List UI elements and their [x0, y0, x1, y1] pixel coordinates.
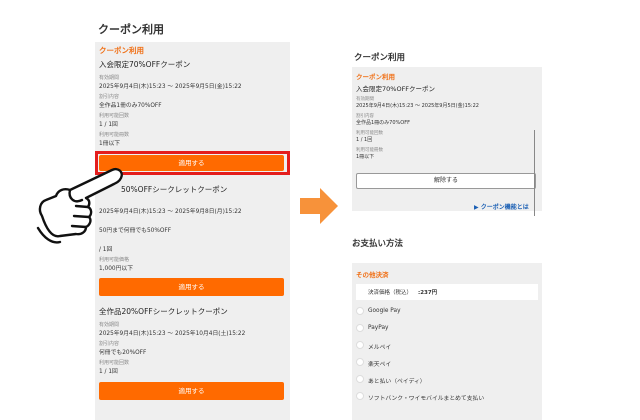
discount-label: 割引内容	[99, 94, 120, 100]
discount-value: 何冊でも20%OFF	[99, 350, 147, 356]
uses-label: 利用可能回数	[99, 113, 130, 119]
apply-button[interactable]: 適用する	[99, 278, 284, 296]
coupon-feature-link[interactable]: ▶ クーポン機能とは	[474, 202, 529, 211]
count-label: 利用可能冊数	[99, 132, 130, 138]
payment-option-label: ソフトバンク・ワイモバイルまとめて支払い	[368, 396, 485, 402]
cancel-coupon-button[interactable]: 解除する	[356, 173, 536, 189]
scrollbar[interactable]	[534, 130, 535, 216]
price-value: 1,000円以下	[99, 266, 133, 272]
radio-softbank[interactable]	[356, 392, 364, 400]
count-value: 1冊以下	[99, 141, 121, 147]
discount-value: 全作品1冊のみ70%OFF	[99, 103, 162, 109]
period-value: 2025年9月4日(木)15:23 〜 2025年10月4日(土)15:22	[99, 331, 246, 337]
payment-summary: 決済価格（税込） :237円	[356, 284, 538, 300]
radio-merpay[interactable]	[356, 341, 364, 349]
uses-value: 1 / 1回	[99, 369, 118, 375]
coupon-name: 全作品20%OFFシークレットクーポン	[99, 307, 228, 316]
payment-option-label: メルペイ	[368, 345, 392, 351]
radio-paidy[interactable]	[356, 375, 364, 383]
payment-option-label: 楽天ペイ	[368, 362, 392, 368]
coupon-name: 入会限定70%OFFクーポン	[99, 60, 191, 69]
apply-button[interactable]: 適用する	[99, 382, 284, 400]
period-label: 有効期間	[99, 322, 120, 328]
coupon-name: 50%OFFシークレットクーポン	[121, 185, 228, 194]
coupon-name: 入会限定70%OFFクーポン	[356, 85, 436, 93]
section-heading: クーポン利用	[356, 73, 395, 81]
page-title: クーポン利用	[354, 53, 406, 63]
coupon-panel: クーポン利用 入会限定70%OFFクーポン 有効期間 2025年9月4日(木)1…	[352, 67, 542, 211]
right-screen: クーポン利用 クーポン利用 入会限定70%OFFクーポン 有効期間 2025年9…	[340, 0, 640, 420]
payment-option-label: PayPay	[368, 325, 389, 331]
page-title: クーポン利用	[98, 23, 164, 36]
payment-option-label: あと払い（ペイディ）	[368, 379, 426, 385]
discount-label: 割引内容	[99, 341, 120, 347]
period-value: 2025年9月4日(木)15:23 〜 2025年9月5日(金)15:22	[356, 103, 479, 109]
radio-google-pay[interactable]	[356, 307, 364, 315]
price-label: 決済価格（税込）	[368, 290, 413, 296]
period-label: 有効期間	[99, 75, 120, 81]
radio-paypay[interactable]	[356, 324, 364, 332]
discount-value: 全作品1冊のみ70%OFF	[356, 120, 410, 126]
uses-label: 利用可能回数	[99, 360, 130, 366]
payment-option-label: Google Pay	[368, 308, 401, 314]
uses-value: 1 / 1回	[356, 137, 373, 143]
payment-panel: その他決済 決済価格（税込） :237円 Google Pay PayPay メ…	[352, 263, 542, 420]
period-value: 2025年9月4日(木)15:23 〜 2025年9月5日(金)15:22	[99, 84, 242, 90]
payment-title: お支払い方法	[352, 239, 404, 249]
count-value: 1冊以下	[356, 154, 375, 160]
uses-value: / 1回	[99, 247, 113, 253]
price-value: :237円	[418, 290, 438, 296]
uses-value: 1 / 1回	[99, 122, 118, 128]
arrow-right-icon	[300, 188, 338, 224]
other-payment-heading: その他決済	[356, 271, 389, 279]
radio-rakuten-pay[interactable]	[356, 358, 364, 366]
price-label: 利用可能価格	[99, 257, 130, 263]
pointing-hand-icon	[36, 167, 123, 244]
section-heading: クーポン利用	[99, 46, 144, 55]
